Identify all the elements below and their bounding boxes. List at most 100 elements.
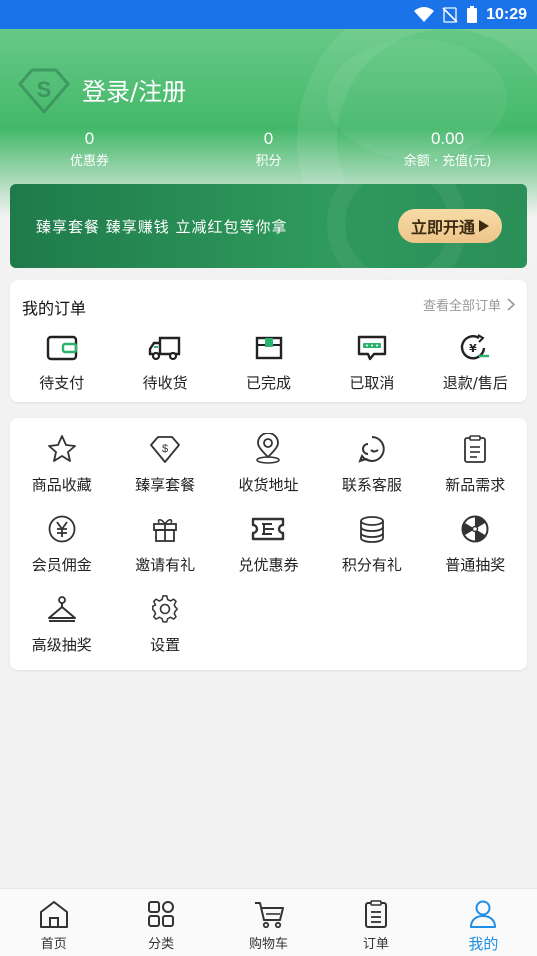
svg-text:¥: ¥ (470, 342, 478, 355)
service-settings[interactable]: 设置 (113, 592, 216, 672)
tab-cart[interactable]: 购物车 (215, 889, 322, 956)
coupon-count: 0 (84, 129, 95, 148)
order-refund-aftersale[interactable]: ¥ 退款/售后 (424, 332, 527, 393)
service-favorites[interactable]: 商品收藏 (10, 432, 113, 512)
order-pending-payment-label: 待支付 (39, 374, 85, 392)
service-redeem-coupon[interactable]: 兑优惠券 (217, 512, 320, 592)
tab-category[interactable]: 分类 (107, 889, 214, 956)
order-refund-label: 退款/售后 (442, 374, 508, 392)
tab-orders[interactable]: 订单 (322, 889, 429, 956)
no-signal-icon (442, 6, 458, 23)
tab-orders-label: 订单 (362, 937, 389, 952)
balance-stat[interactable]: 0.00 余额 · 充值(元) (358, 128, 537, 172)
order-completed-label: 已完成 (246, 374, 292, 392)
bottom-tab-bar: 首页 分类 购物车 订单 我的 (0, 888, 537, 956)
order-cancelled-label: 已取消 (349, 374, 395, 392)
star-icon (47, 435, 76, 462)
open-membership-label: 立即开通 (410, 218, 475, 237)
tab-profile-label: 我的 (468, 935, 499, 953)
cart-icon (254, 902, 284, 929)
service-commission-label: 会员佣金 (31, 556, 92, 574)
service-address-label: 收货地址 (238, 476, 299, 494)
ticket-icon (252, 517, 285, 541)
service-premium-package-label: 臻享套餐 (135, 476, 196, 494)
tab-cart-label: 购物车 (249, 937, 289, 952)
status-bar: 10:29 (0, 0, 537, 29)
coins-icon (359, 516, 384, 543)
home-icon (39, 901, 68, 928)
user-icon (470, 900, 497, 928)
wheel-icon (461, 515, 489, 543)
open-membership-button[interactable]: 立即开通 (398, 209, 502, 243)
customer-service-icon (358, 436, 385, 463)
message-icon (357, 335, 387, 361)
service-settings-label: 设置 (150, 636, 181, 654)
points-count: 0 (263, 129, 274, 148)
services-grid: 商品收藏 $ 臻享套餐 收货地址 联系客服 新品需求 会员佣金 邀请有礼 兑优惠 (10, 432, 527, 672)
services-card: 商品收藏 $ 臻享套餐 收货地址 联系客服 新品需求 会员佣金 邀请有礼 兑优惠 (10, 418, 527, 670)
svg-text:S: S (37, 77, 52, 102)
service-customer-service[interactable]: 联系客服 (320, 432, 423, 512)
account-stats: 0 优惠券 0 积分 0.00 余额 · 充值(元) (0, 128, 537, 172)
service-premium-package[interactable]: $ 臻享套餐 (113, 432, 216, 512)
service-new-product-label: 新品需求 (445, 476, 506, 494)
balance-amount: 0.00 (430, 129, 465, 148)
service-points-label: 积分有礼 (341, 556, 402, 574)
points-stat[interactable]: 0 积分 (179, 128, 358, 172)
gift-icon (153, 518, 177, 542)
svg-text:$: $ (162, 443, 168, 455)
view-all-orders-link[interactable]: 查看全部订单 (423, 295, 515, 314)
membership-banner[interactable]: 臻享套餐 臻享赚钱 立减红包等你拿 立即开通 (10, 184, 527, 268)
category-icon (148, 901, 175, 927)
service-new-product-request[interactable]: 新品需求 (424, 432, 527, 512)
balance-label: 余额 · 充值(元) (403, 154, 492, 169)
coupon-label: 优惠券 (69, 154, 109, 169)
service-invite-gift[interactable]: 邀请有礼 (113, 512, 216, 592)
play-arrow-icon (479, 220, 489, 232)
diamond-icon: $ (150, 436, 180, 463)
order-pending-payment[interactable]: 待支付 (10, 332, 113, 393)
orders-title: 我的订单 (22, 299, 87, 318)
tab-profile[interactable]: 我的 (430, 889, 537, 956)
service-invite-label: 邀请有礼 (135, 556, 196, 574)
clipboard-icon (464, 435, 487, 463)
order-pending-receipt[interactable]: 待收货 (113, 332, 216, 393)
tab-category-label: 分类 (148, 937, 175, 952)
tab-home-label: 首页 (40, 937, 67, 952)
hanger-icon (47, 596, 76, 622)
service-address[interactable]: 收货地址 (217, 432, 320, 512)
service-premium-lottery-label: 高级抽奖 (31, 636, 92, 654)
service-regular-lottery-label: 普通抽奖 (445, 556, 506, 574)
refund-icon: ¥ (461, 334, 490, 360)
coupon-stat[interactable]: 0 优惠券 (0, 128, 179, 172)
wallet-icon (46, 335, 77, 361)
battery-icon (467, 6, 478, 23)
tab-home[interactable]: 首页 (0, 889, 107, 956)
wifi-icon (414, 6, 435, 22)
login-register-link[interactable]: 登录/注册 (82, 72, 186, 107)
order-pending-receipt-label: 待收货 (142, 374, 188, 392)
service-regular-lottery[interactable]: 普通抽奖 (424, 512, 527, 592)
points-label: 积分 (255, 154, 282, 169)
banner-text: 臻享套餐 臻享赚钱 立减红包等你拿 (36, 218, 288, 236)
brand-logo-icon[interactable]: S (18, 66, 70, 114)
order-completed[interactable]: 已完成 (217, 332, 320, 393)
location-icon (256, 433, 281, 464)
my-orders-card: 我的订单 查看全部订单 待支付 待收货 已完成 已取消 ¥ 退款/售后 (10, 280, 527, 402)
truck-icon (148, 336, 181, 361)
chevron-right-icon (507, 298, 515, 311)
view-all-orders-label: 查看全部订单 (422, 299, 501, 314)
service-redeem-label: 兑优惠券 (238, 556, 299, 574)
settings-icon (152, 595, 178, 623)
order-cancelled[interactable]: 已取消 (320, 332, 423, 393)
service-customer-service-label: 联系客服 (341, 476, 402, 494)
order-icon (364, 900, 387, 928)
service-member-commission[interactable]: 会员佣金 (10, 512, 113, 592)
service-premium-lottery[interactable]: 高级抽奖 (10, 592, 113, 672)
service-points-gift[interactable]: 积分有礼 (320, 512, 423, 592)
yen-icon (48, 515, 76, 543)
service-favorites-label: 商品收藏 (31, 476, 92, 494)
order-status-row: 待支付 待收货 已完成 已取消 ¥ 退款/售后 (10, 332, 527, 393)
box-icon (255, 336, 282, 360)
status-time: 10:29 (486, 5, 527, 23)
